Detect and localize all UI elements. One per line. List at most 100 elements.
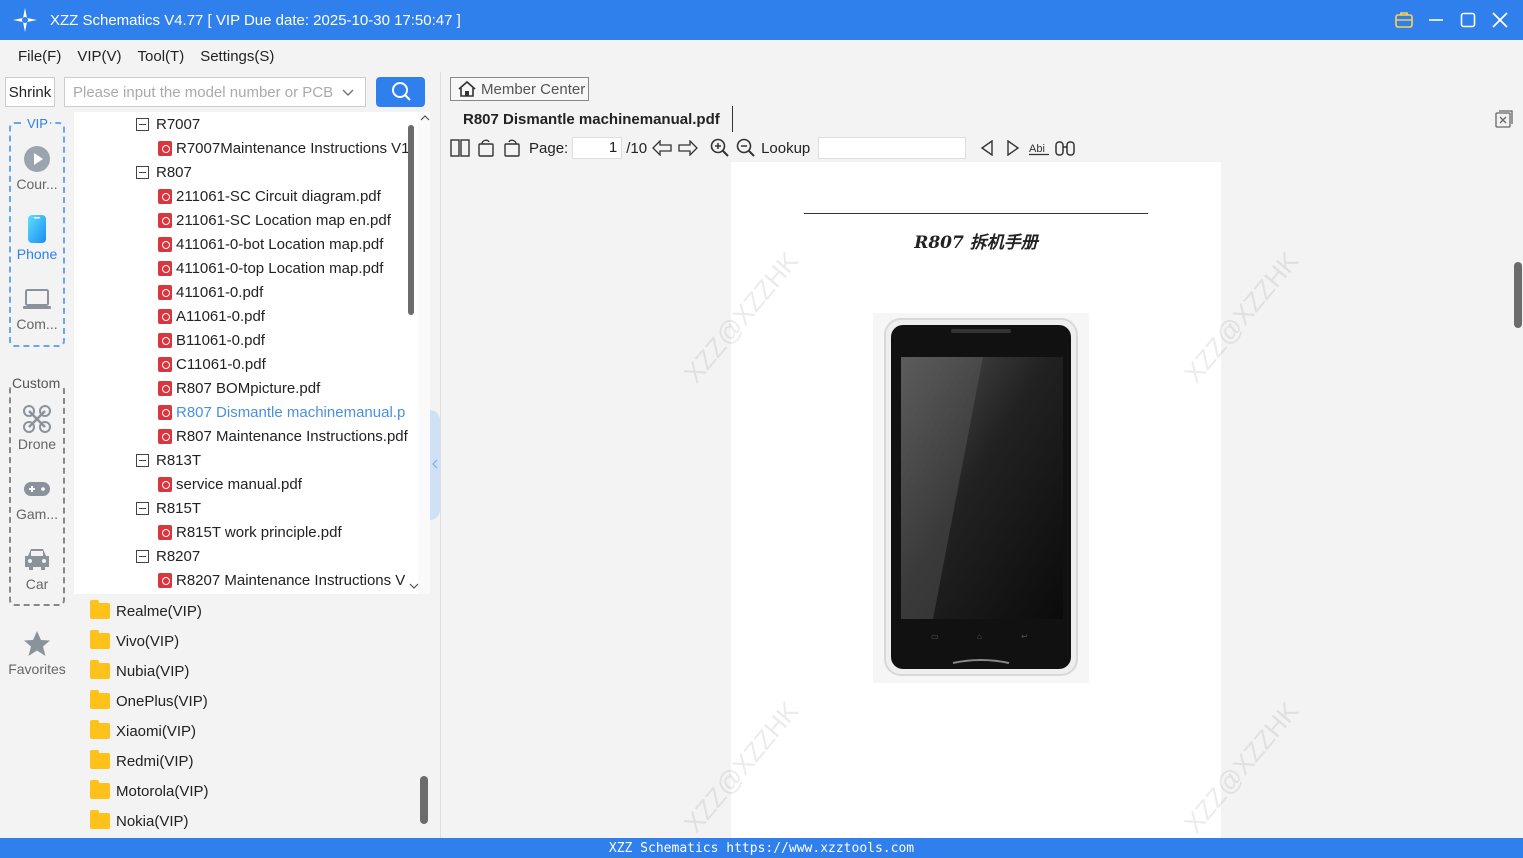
- menu-tool[interactable]: Tool(T): [138, 48, 185, 65]
- viewer-scroll-thumb[interactable]: [1514, 262, 1522, 328]
- search-input[interactable]: Please input the model number or PCB: [64, 77, 366, 107]
- play-circle-icon: [22, 144, 52, 174]
- tree-node-file[interactable]: R807 Maintenance Instructions.pdf: [158, 424, 418, 448]
- collapse-icon[interactable]: [136, 501, 149, 515]
- tree-node-model[interactable]: R807: [136, 160, 418, 184]
- tree-node-file[interactable]: 411061-0.pdf: [158, 280, 418, 304]
- lookup-input[interactable]: [818, 137, 967, 159]
- rotate-left-icon[interactable]: [475, 137, 497, 159]
- nav-games[interactable]: Gam...: [7, 474, 67, 522]
- page-total: /10: [626, 139, 648, 157]
- next-page-icon[interactable]: [677, 137, 699, 159]
- tree-node-model[interactable]: R813T: [136, 448, 418, 472]
- folder-item[interactable]: OnePlus(VIP): [90, 686, 208, 716]
- tree-node-file[interactable]: A11061-0.pdf: [158, 304, 418, 328]
- nav-label: Gam...: [15, 506, 58, 522]
- close-document-icon[interactable]: [1495, 110, 1513, 128]
- folder-label: Realme(VIP): [116, 602, 202, 620]
- tree-scroll-thumb[interactable]: [408, 125, 414, 315]
- pdf-viewer[interactable]: R807 拆机手册 ▭ ⌂ ↩ XZZ@XZZHK XZZ@XZZHK XZZ@…: [441, 162, 1523, 838]
- nav-courses[interactable]: Cour...: [7, 144, 67, 192]
- scroll-up-icon[interactable]: [420, 114, 430, 122]
- tree-node-file[interactable]: R8207 Maintenance Instructions V: [158, 568, 418, 592]
- pdf-icon: [158, 476, 172, 492]
- tree-node-file[interactable]: 211061-SC Circuit diagram.pdf: [158, 184, 418, 208]
- tree-node-label: C11061-0.pdf: [176, 355, 266, 373]
- close-icon[interactable]: [1489, 9, 1511, 31]
- menu-bar: File(F) VIP(V) Tool(T) Settings(S): [0, 40, 1523, 72]
- folder-label: Nokia(VIP): [116, 812, 189, 830]
- find-previous-icon[interactable]: [976, 137, 998, 159]
- nav-favorites[interactable]: Favorites: [7, 629, 67, 677]
- tree-node-file[interactable]: R807 Dismantle machinemanual.p: [158, 400, 418, 424]
- chevron-down-icon[interactable]: [341, 86, 355, 104]
- folder-item[interactable]: Motorola(VIP): [90, 776, 209, 806]
- collapse-icon[interactable]: [136, 165, 149, 179]
- folder-item[interactable]: Redmi(VIP): [90, 746, 194, 776]
- tree-node-file[interactable]: 411061-0-top Location map.pdf: [158, 256, 418, 280]
- zoom-in-icon[interactable]: [709, 137, 731, 159]
- find-next-icon[interactable]: [1002, 137, 1024, 159]
- tree-node-model[interactable]: R8207: [136, 544, 418, 568]
- tree-scrollbar[interactable]: [409, 112, 430, 594]
- nav-computer[interactable]: Com...: [7, 284, 67, 332]
- phone-photo: ▭ ⌂ ↩: [873, 313, 1089, 683]
- tab-document[interactable]: R807 Dismantle machinemanual.pdf: [451, 106, 733, 132]
- lookup-label: Lookup: [761, 139, 811, 157]
- tree-node-file[interactable]: R815T work principle.pdf: [158, 520, 418, 544]
- member-center-button[interactable]: Member Center: [450, 77, 589, 101]
- folder-item[interactable]: Realme(VIP): [90, 596, 202, 626]
- folder-scroll-thumb[interactable]: [420, 776, 428, 824]
- page-number-input[interactable]: 1: [572, 137, 623, 159]
- collapse-icon[interactable]: [136, 549, 149, 563]
- collapse-handle[interactable]: [430, 410, 440, 520]
- collapse-icon[interactable]: [136, 117, 149, 131]
- minimize-icon[interactable]: [1425, 9, 1447, 31]
- gamepad-icon: [22, 474, 52, 504]
- tree-node-file[interactable]: 411061-0-bot Location map.pdf: [158, 232, 418, 256]
- tree-node-model[interactable]: R815T: [136, 496, 418, 520]
- folder-item[interactable]: Nokia(VIP): [90, 806, 189, 836]
- folder-icon: [90, 750, 110, 769]
- nav-phone[interactable]: Phone: [7, 214, 67, 262]
- menu-settings[interactable]: Settings(S): [200, 48, 274, 65]
- zoom-out-icon[interactable]: [735, 137, 757, 159]
- pdf-icon: [158, 332, 172, 348]
- tree-node-file[interactable]: C11061-0.pdf: [158, 352, 418, 376]
- member-center-label: Member Center: [481, 80, 586, 98]
- previous-page-icon[interactable]: [651, 137, 673, 159]
- maximize-icon[interactable]: [1457, 9, 1479, 31]
- tree-node-model[interactable]: R7007: [136, 112, 418, 136]
- search-button[interactable]: [376, 77, 425, 107]
- nav-drone[interactable]: Drone: [7, 404, 67, 452]
- binoculars-icon[interactable]: [1054, 137, 1076, 159]
- folder-item[interactable]: Xiaomi(VIP): [90, 716, 196, 746]
- vip-badge-icon[interactable]: [1393, 9, 1415, 31]
- star-icon: [22, 629, 52, 659]
- nav-car[interactable]: Car: [7, 544, 67, 592]
- tree-node-file[interactable]: 211061-SC Location map en.pdf: [158, 208, 418, 232]
- folder-label: Redmi(VIP): [116, 752, 194, 770]
- tree-node-label: R807: [156, 163, 192, 181]
- rotate-right-icon[interactable]: [501, 137, 523, 159]
- shrink-button[interactable]: Shrink: [5, 77, 55, 107]
- tree-node-file[interactable]: R807 BOMpicture.pdf: [158, 376, 418, 400]
- search-placeholder: Please input the model number or PCB: [73, 83, 334, 101]
- folder-icon: [90, 690, 110, 709]
- menu-vip[interactable]: VIP(V): [77, 48, 121, 65]
- nav-label: Favorites: [8, 661, 66, 677]
- scroll-down-icon[interactable]: [409, 582, 419, 590]
- panel-splitter[interactable]: [430, 72, 440, 838]
- tree-node-label: R807 Dismantle machinemanual.p: [176, 403, 406, 421]
- tree-node-file[interactable]: R7007Maintenance Instructions V1: [158, 136, 418, 160]
- category-sidebar: VIP Cour... Phone Com... Custom Drone Ga…: [0, 112, 74, 838]
- folder-item[interactable]: Vivo(VIP): [90, 626, 179, 656]
- folder-item[interactable]: Nubia(VIP): [90, 656, 189, 686]
- match-case-icon[interactable]: Abi: [1028, 137, 1050, 159]
- tree-node-file[interactable]: service manual.pdf: [158, 472, 418, 496]
- collapse-icon[interactable]: [136, 453, 149, 467]
- menu-file[interactable]: File(F): [18, 48, 61, 65]
- pdf-icon: [158, 572, 172, 588]
- tree-node-file[interactable]: B11061-0.pdf: [158, 328, 418, 352]
- dual-page-icon[interactable]: [449, 137, 471, 159]
